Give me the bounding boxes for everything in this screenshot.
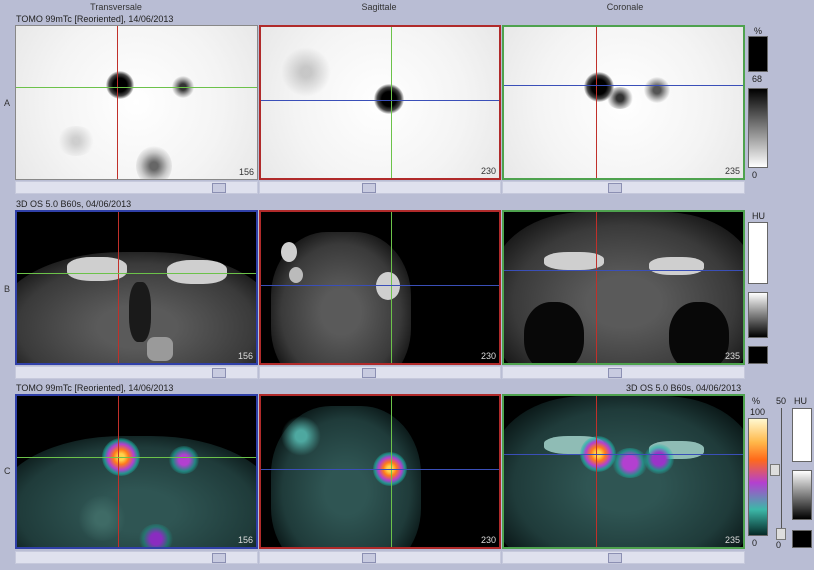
scroll-thumb[interactable] — [362, 553, 376, 563]
scale-a-colorbar[interactable] — [748, 88, 768, 168]
row-c-letter: C — [4, 466, 11, 476]
row-c-caption-left: TOMO 99mTc [Reoriented], 14/06/2013 — [16, 383, 174, 393]
scale-a-top-block — [748, 36, 768, 72]
scroll-thumb[interactable] — [608, 553, 622, 563]
fusion-slider-bottom: 0 — [776, 540, 782, 550]
view-b-sagittal[interactable]: 230 — [259, 210, 501, 365]
scrollbar-c-transversal[interactable] — [15, 551, 258, 564]
fusion-slider-top: 50 — [776, 396, 787, 406]
scale-c-pct-top: 100 — [750, 407, 766, 417]
col-title-coronal: Coronale — [606, 2, 644, 12]
scale-b-top-block — [748, 222, 768, 284]
slice-number-b3: 235 — [724, 351, 740, 361]
view-c-transversal[interactable]: 156 — [15, 394, 258, 549]
view-a-coronal[interactable]: 235 — [502, 25, 745, 180]
scale-c-hu-colorbar[interactable] — [792, 470, 812, 520]
scale-b-colorbar[interactable] — [748, 292, 768, 338]
scrollbar-c-coronal[interactable] — [502, 551, 745, 564]
scale-b-unit: HU — [752, 211, 765, 221]
scale-c-hu-unit: HU — [794, 396, 807, 406]
col-title-transversal: Transversale — [90, 2, 142, 12]
slice-number-c2: 230 — [480, 535, 496, 545]
slice-number-b1: 156 — [237, 351, 253, 361]
scale-a-unit: % — [754, 26, 763, 36]
scale-b-bottom-block — [748, 346, 768, 364]
scroll-thumb[interactable] — [362, 368, 376, 378]
scrollbar-a-sagittal[interactable] — [259, 181, 501, 194]
view-a-transversal[interactable]: 156 — [15, 25, 258, 180]
scale-c-pct-unit: % — [752, 396, 761, 406]
col-title-sagittal: Sagittale — [361, 2, 397, 12]
scroll-thumb[interactable] — [212, 553, 226, 563]
view-b-transversal[interactable]: 156 — [15, 210, 258, 365]
row-a-caption: TOMO 99mTc [Reoriented], 14/06/2013 — [16, 14, 174, 24]
slice-number-c1: 156 — [237, 535, 253, 545]
fusion-slider-handle-lower[interactable] — [776, 528, 786, 540]
row-b-letter: B — [4, 284, 11, 294]
slice-number-a1: 156 — [238, 167, 254, 177]
scale-c-hu-top-block — [792, 408, 812, 462]
slice-number-c3: 235 — [724, 535, 740, 545]
scale-a-bottom: 0 — [752, 170, 758, 180]
scrollbar-b-sagittal[interactable] — [259, 366, 501, 379]
slice-number-a2: 230 — [480, 166, 496, 176]
scale-c-pct-bottom: 0 — [752, 538, 758, 548]
row-a-letter: A — [4, 98, 11, 108]
fusion-slider-handle-upper[interactable] — [770, 464, 780, 476]
scroll-thumb[interactable] — [212, 368, 226, 378]
fusion-slider-track[interactable] — [781, 408, 782, 540]
scrollbar-a-coronal[interactable] — [502, 181, 745, 194]
scale-a-top: 68 — [752, 74, 763, 84]
scrollbar-b-transversal[interactable] — [15, 366, 258, 379]
view-a-sagittal[interactable]: 230 — [259, 25, 501, 180]
slice-number-a3: 235 — [724, 166, 740, 176]
scroll-thumb[interactable] — [608, 183, 622, 193]
scrollbar-a-transversal[interactable] — [15, 181, 258, 194]
row-c-caption-right: 3D OS 5.0 B60s, 04/06/2013 — [626, 383, 742, 393]
view-c-sagittal[interactable]: 230 — [259, 394, 501, 549]
scrollbar-c-sagittal[interactable] — [259, 551, 501, 564]
scale-c-hu-bottom-block — [792, 530, 812, 548]
slice-number-b2: 230 — [480, 351, 496, 361]
view-b-coronal[interactable]: 235 — [502, 210, 745, 365]
scale-c-fusion-colorbar[interactable] — [748, 418, 768, 536]
scroll-thumb[interactable] — [212, 183, 226, 193]
scroll-thumb[interactable] — [362, 183, 376, 193]
view-c-coronal[interactable]: 235 — [502, 394, 745, 549]
row-b-caption: 3D OS 5.0 B60s, 04/06/2013 — [16, 199, 132, 209]
scroll-thumb[interactable] — [608, 368, 622, 378]
scrollbar-b-coronal[interactable] — [502, 366, 745, 379]
